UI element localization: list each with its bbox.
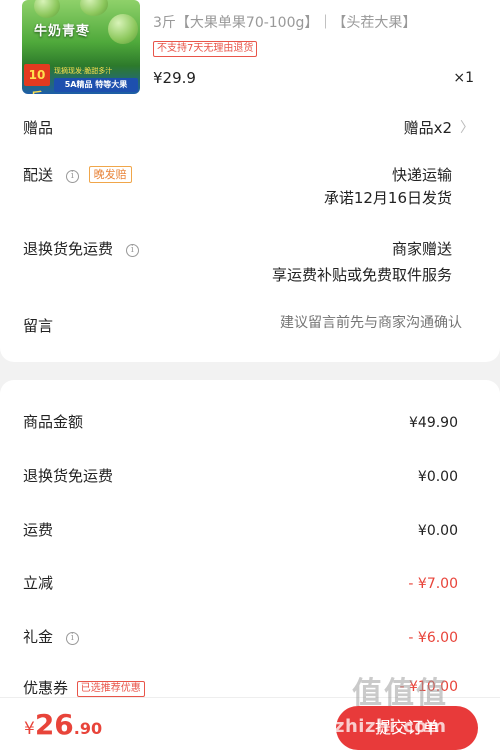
return-free-value: ¥0.00 [417, 469, 458, 485]
info-icon[interactable]: i [65, 170, 79, 183]
message-label: 留言 [23, 317, 54, 335]
thumbnail-brand-text: 牛奶青枣 [34, 24, 91, 39]
product-thumbnail[interactable]: 牛奶青枣 10斤 现摘现发·脆甜多汁 5A精品 特等大果 [22, 0, 140, 94]
return-free-label: 退换货免运费 [23, 467, 114, 485]
order-info-card: 牛奶青枣 10斤 现摘现发·脆甜多汁 5A精品 特等大果 3斤【大果单果70-1… [0, 0, 500, 362]
return-shipping-label: 退换货免运费 [23, 240, 114, 258]
return-shipping-row: 退换货免运费 i [23, 238, 139, 259]
shipping-value: ¥0.00 [417, 523, 458, 539]
info-icon[interactable]: i [125, 244, 139, 257]
watermark-logo: 值值值 [352, 676, 448, 711]
shipping-label: 运费 [23, 521, 54, 539]
info-icon[interactable]: i [65, 632, 79, 645]
chevron-right-icon[interactable]: 〉 [460, 117, 474, 137]
thumbnail-promo-text: 现摘现发·脆甜多汁 [54, 67, 113, 75]
gift-money-row: 礼金 i [23, 626, 79, 647]
product-spec: 3斤【大果单果70-100g】｜【头茬大果】 [153, 15, 417, 31]
watermark-text: zhizhi.com [334, 716, 447, 737]
thumbnail-grade-banner: 5A精品 特等大果 [54, 78, 138, 92]
gift-money-value: - ¥6.00 [408, 630, 458, 646]
thumbnail-weight-badge: 10斤 [24, 64, 50, 94]
discount-value: - ¥7.00 [408, 576, 458, 592]
discount-label: 立减 [23, 574, 54, 592]
jujube-icon [34, 0, 60, 18]
jujube-icon [108, 14, 138, 44]
late-compensation-tag: 晚发赔 [88, 166, 132, 183]
delivery-label: 配送 [23, 166, 54, 184]
coupon-label: 优惠券 [23, 679, 69, 697]
no-return-tag: 不支持7天无理由退货 [153, 41, 258, 57]
product-quantity: ×1 [453, 70, 474, 86]
delivery-promise: 承诺12月16日发货 [323, 189, 452, 207]
total-currency: ¥ [24, 719, 35, 739]
gift-label: 赠品 [23, 119, 54, 137]
coupon-row[interactable]: 优惠券 已选推荐优惠 [23, 677, 145, 698]
product-price: ¥29.9 [153, 69, 196, 87]
total-decimal: .90 [73, 719, 103, 738]
total-integer: 26 [34, 708, 74, 741]
gift-money-label: 礼金 [23, 628, 54, 646]
jujube-icon [80, 0, 108, 16]
return-shipping-detail: 享运费补贴或免费取件服务 [271, 266, 452, 284]
goods-amount-value: ¥49.90 [409, 415, 458, 431]
goods-amount-label: 商品金额 [23, 413, 84, 431]
coupon-recommended-tag: 已选推荐优惠 [76, 681, 145, 697]
delivery-method: 快递运输 [391, 166, 452, 184]
gift-value-link[interactable]: 赠品x2 [404, 117, 452, 138]
return-shipping-value: 商家赠送 [391, 240, 452, 258]
delivery-row: 配送 i 晚发赔 [23, 164, 132, 185]
total-price: ¥26.90 [24, 708, 102, 741]
message-input[interactable] [222, 315, 462, 331]
